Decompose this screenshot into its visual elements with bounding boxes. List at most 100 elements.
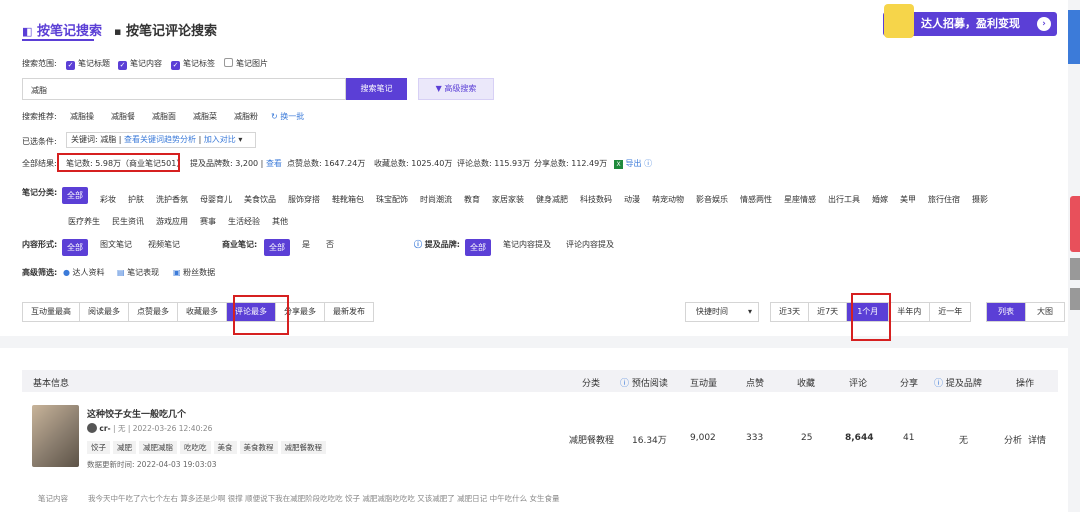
category-item[interactable]: 其他 bbox=[272, 217, 288, 226]
cell-collects: 25 bbox=[801, 433, 813, 443]
recommend-item[interactable]: 减脂面 bbox=[152, 111, 176, 122]
category-item[interactable]: 萌宠动物 bbox=[652, 195, 684, 204]
header-comments[interactable]: 评论 bbox=[849, 376, 867, 389]
category-item[interactable]: 美食饮品 bbox=[244, 195, 276, 204]
header-interactions[interactable]: 互动量 bbox=[690, 376, 717, 389]
scope-option-title[interactable]: 笔记标题 bbox=[66, 58, 110, 70]
time-half-year[interactable]: 半年内 bbox=[889, 303, 931, 321]
advanced-search-button[interactable]: ▼ 高级搜索 bbox=[418, 78, 494, 100]
category-row-2: 医疗养生 民生资讯 游戏应用 赛事 生活经验 其他 bbox=[68, 209, 300, 228]
search-notes-button[interactable]: 搜索笔记 bbox=[346, 78, 407, 100]
category-item[interactable]: 时尚潮流 bbox=[420, 195, 452, 204]
recommend-item[interactable]: 减脂菜 bbox=[193, 111, 217, 122]
scope-option-images[interactable]: 笔记图片 bbox=[224, 58, 268, 69]
scope-option-content[interactable]: 笔记内容 bbox=[118, 58, 162, 70]
note-tag[interactable]: 减肥 bbox=[113, 441, 136, 454]
filter-icon: ▼ bbox=[435, 84, 442, 93]
note-tag[interactable]: 饺子 bbox=[87, 441, 110, 454]
content-form-all[interactable]: 全部 bbox=[62, 235, 88, 256]
tab-comment-search[interactable]: ▪ 按笔记评论搜索 bbox=[114, 20, 217, 39]
note-tag[interactable]: 吃吃吃 bbox=[180, 441, 211, 454]
refresh-recommend-link[interactable]: ↻ 换一批 bbox=[271, 111, 304, 122]
sort-likes[interactable]: 点赞最多 bbox=[129, 303, 178, 321]
recommend-item[interactable]: 减脂餐 bbox=[111, 111, 135, 122]
sort-reads[interactable]: 阅读最多 bbox=[80, 303, 129, 321]
right-side-tab[interactable] bbox=[1068, 10, 1080, 64]
filter-note-performance[interactable]: ▤ 笔记表现 bbox=[117, 267, 159, 278]
category-item[interactable]: 婚嫁 bbox=[872, 195, 888, 204]
note-tag[interactable]: 减肥餐教程 bbox=[280, 441, 326, 454]
note-thumbnail[interactable] bbox=[32, 405, 79, 467]
time-7-days[interactable]: 近7天 bbox=[809, 303, 848, 321]
side-widget[interactable] bbox=[1070, 258, 1080, 280]
search-input[interactable]: 减脂 bbox=[22, 78, 346, 100]
category-item[interactable]: 旅行住宿 bbox=[928, 195, 960, 204]
category-all[interactable]: 全部 bbox=[62, 183, 88, 204]
time-1-year[interactable]: 近一年 bbox=[930, 303, 970, 321]
header-shares[interactable]: 分享 bbox=[900, 376, 918, 389]
sort-latest[interactable]: 最新发布 bbox=[325, 303, 373, 321]
commercial-yes[interactable]: 是 bbox=[302, 239, 310, 250]
category-item[interactable]: 珠宝配饰 bbox=[376, 195, 408, 204]
chevron-down-icon: ▾ bbox=[238, 135, 243, 144]
note-tag[interactable]: 减肥减脂 bbox=[139, 441, 177, 454]
category-item[interactable]: 出行工具 bbox=[828, 195, 860, 204]
category-item[interactable]: 母婴育儿 bbox=[200, 195, 232, 204]
view-brands-link[interactable]: 查看 bbox=[266, 159, 282, 168]
commercial-all[interactable]: 全部 bbox=[264, 235, 290, 256]
selected-filter-chip[interactable]: 关键词: 减脂 | 查看关键词趋势分析 | 加入对比 ▾ bbox=[66, 132, 256, 148]
quick-time-select[interactable]: 快捷时间 ▾ bbox=[685, 302, 759, 322]
tab-note-search[interactable]: ◧ 按笔记搜索 bbox=[22, 20, 102, 39]
sort-interactions[interactable]: 互动量最高 bbox=[23, 303, 80, 321]
category-item[interactable]: 科技数码 bbox=[580, 195, 612, 204]
category-item[interactable]: 摄影 bbox=[972, 195, 988, 204]
category-item[interactable]: 民生资讯 bbox=[112, 217, 144, 226]
header-brand: ⓘ 提及品牌 bbox=[934, 379, 982, 389]
header-likes[interactable]: 点赞 bbox=[746, 376, 764, 389]
category-item[interactable]: 健身减肥 bbox=[536, 195, 568, 204]
add-compare-link[interactable]: 加入对比 bbox=[204, 135, 236, 144]
category-item[interactable]: 动漫 bbox=[624, 195, 640, 204]
commercial-no[interactable]: 否 bbox=[326, 239, 334, 250]
category-item[interactable]: 美甲 bbox=[900, 195, 916, 204]
trend-analysis-link[interactable]: 查看关键词趋势分析 bbox=[124, 135, 196, 144]
category-item[interactable]: 医疗养生 bbox=[68, 217, 100, 226]
cell-brand: 无 bbox=[959, 436, 969, 446]
category-item[interactable]: 生活经验 bbox=[228, 217, 260, 226]
content-form-video[interactable]: 视频笔记 bbox=[148, 239, 180, 250]
brand-mention-comment[interactable]: 评论内容提及 bbox=[566, 239, 614, 250]
category-item[interactable]: 服饰穿搭 bbox=[288, 195, 320, 204]
category-item[interactable]: 星座情感 bbox=[784, 195, 816, 204]
brand-mention-all[interactable]: 全部 bbox=[465, 235, 491, 256]
view-grid-button[interactable]: 大图 bbox=[1026, 303, 1064, 321]
category-item[interactable]: 鞋靴箱包 bbox=[332, 195, 364, 204]
filter-creator-profile[interactable]: ● 达人资料 bbox=[63, 267, 105, 278]
side-widget[interactable] bbox=[1070, 288, 1080, 310]
content-form-image[interactable]: 图文笔记 bbox=[100, 239, 132, 250]
recommend-item[interactable]: 减脂粉 bbox=[234, 111, 258, 122]
category-item[interactable]: 洗护香氛 bbox=[156, 195, 188, 204]
view-list-button[interactable]: 列表 bbox=[987, 303, 1026, 321]
category-item[interactable]: 教育 bbox=[464, 195, 480, 204]
filter-fan-data[interactable]: ▣ 粉丝数据 bbox=[173, 267, 215, 278]
category-item[interactable]: 赛事 bbox=[200, 217, 216, 226]
category-item[interactable]: 护肤 bbox=[128, 195, 144, 204]
detail-link[interactable]: 详情 bbox=[1028, 433, 1046, 446]
analyze-link[interactable]: 分析 bbox=[1004, 433, 1022, 446]
recommend-item[interactable]: 减脂操 bbox=[70, 111, 94, 122]
category-item[interactable]: 彩妆 bbox=[100, 195, 116, 204]
category-item[interactable]: 家居家装 bbox=[492, 195, 524, 204]
note-tag[interactable]: 美食 bbox=[213, 441, 237, 454]
sort-collects[interactable]: 收藏最多 bbox=[178, 303, 227, 321]
header-collects[interactable]: 收藏 bbox=[797, 376, 815, 389]
note-tag[interactable]: 美食教程 bbox=[239, 441, 278, 454]
brand-mention-content[interactable]: 笔记内容提及 bbox=[503, 239, 551, 250]
category-item[interactable]: 游戏应用 bbox=[156, 217, 188, 226]
category-item[interactable]: 情感两性 bbox=[740, 195, 772, 204]
scope-option-tags[interactable]: 笔记标签 bbox=[171, 58, 215, 70]
category-item[interactable]: 影音娱乐 bbox=[696, 195, 728, 204]
note-title[interactable]: 这种饺子女生一般吃几个 bbox=[87, 407, 186, 420]
side-feedback-tab[interactable] bbox=[1070, 196, 1080, 252]
export-button[interactable]: X 导出 ⓘ bbox=[614, 158, 652, 169]
time-3-days[interactable]: 近3天 bbox=[771, 303, 810, 321]
